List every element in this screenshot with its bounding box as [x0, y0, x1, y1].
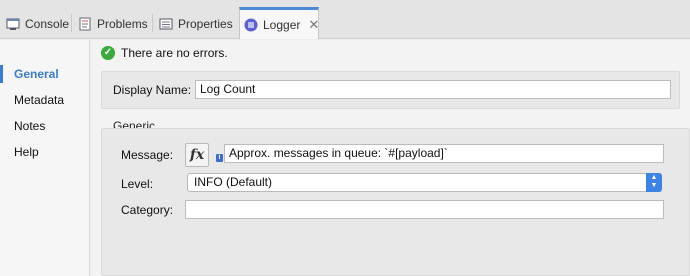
- tab-logger-label: Logger: [263, 17, 301, 32]
- tab-problems[interactable]: Problems: [74, 8, 148, 39]
- tab-properties[interactable]: Properties: [155, 8, 233, 39]
- tab-properties-label: Properties: [178, 16, 233, 31]
- message-label: Message:: [121, 148, 174, 162]
- tab-divider: [152, 14, 153, 32]
- nav-item-general[interactable]: General: [0, 63, 88, 85]
- info-icon: i: [216, 154, 223, 162]
- tab-console[interactable]: Console: [2, 8, 69, 39]
- category-label: Category:: [121, 203, 174, 217]
- tab-console-label: Console: [25, 16, 70, 31]
- validation-status: ✓ There are no errors.: [101, 46, 228, 60]
- view-tab-bar: Console Problems Properties Logger ✕: [0, 0, 690, 39]
- display-name-panel: Display Name: Log Count: [101, 71, 680, 109]
- general-pane: ✓ There are no errors. Display Name: Log…: [91, 40, 690, 276]
- level-select[interactable]: INFO (Default) ▲ ▼: [187, 173, 662, 192]
- status-text: There are no errors.: [121, 46, 228, 60]
- console-icon: [6, 17, 20, 31]
- check-circle-icon: ✓: [101, 46, 115, 60]
- expression-mode-button[interactable]: fx: [185, 143, 209, 167]
- fx-icon: fx: [189, 147, 205, 163]
- close-icon[interactable]: ✕: [308, 17, 319, 33]
- display-name-label: Display Name:: [113, 83, 192, 97]
- nav-item-notes[interactable]: Notes: [0, 115, 88, 137]
- tab-divider: [71, 14, 72, 32]
- message-field[interactable]: Approx. messages in queue: `#[payload]`: [224, 144, 664, 163]
- properties-icon: [159, 17, 173, 31]
- chevron-up-down-icon: ▲ ▼: [646, 173, 662, 192]
- category-field[interactable]: [185, 200, 664, 219]
- level-select-value: INFO (Default): [194, 175, 273, 189]
- level-label: Level:: [121, 177, 154, 191]
- display-name-field[interactable]: Log Count: [195, 80, 671, 99]
- tab-problems-label: Problems: [97, 16, 148, 31]
- tab-logger[interactable]: Logger ✕: [239, 7, 319, 39]
- section-nav: General Metadata Notes Help: [0, 40, 90, 276]
- logger-icon: [244, 18, 258, 32]
- nav-item-metadata[interactable]: Metadata: [0, 89, 88, 111]
- nav-item-help[interactable]: Help: [0, 141, 88, 163]
- problems-icon: [78, 17, 92, 31]
